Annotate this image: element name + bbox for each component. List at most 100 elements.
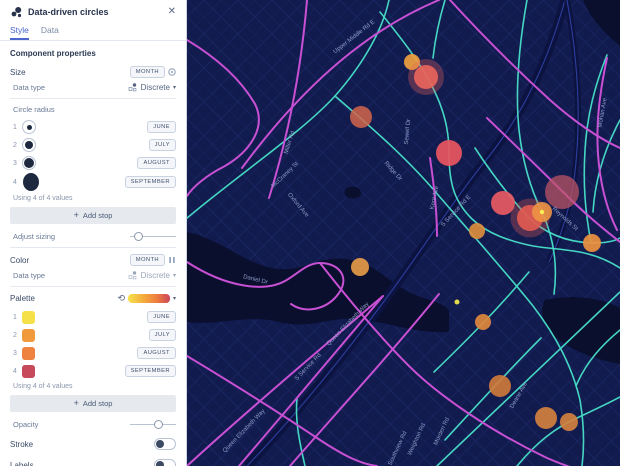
data-circle[interactable]: [545, 175, 579, 209]
stop-index: 4: [13, 367, 17, 375]
size-field-badge[interactable]: MONTH: [129, 66, 165, 78]
data-circle[interactable]: [475, 314, 491, 330]
data-circle[interactable]: [350, 106, 372, 128]
stroke-row: Stroke: [10, 438, 176, 450]
radius-dot: [25, 141, 33, 149]
color-stop-row: 1 JUNE: [10, 309, 176, 325]
stop-index: 3: [13, 159, 17, 167]
palette-label: Palette: [10, 294, 35, 303]
size-data-type-dropdown[interactable]: Discrete ▾: [128, 83, 176, 92]
panel-title: Data-driven circles: [28, 7, 109, 17]
radius-swatch[interactable]: [22, 138, 36, 152]
data-type-label: Data type: [13, 83, 46, 92]
radius-swatch[interactable]: [22, 120, 36, 134]
section-heading: Component properties: [10, 49, 96, 58]
tab-style[interactable]: Style: [10, 22, 29, 40]
circle-radius-label: Circle radius: [13, 105, 55, 114]
color-add-stop-button[interactable]: + Add stop: [10, 395, 176, 412]
data-circle[interactable]: [560, 413, 578, 431]
chevron-down-icon[interactable]: ▾: [173, 296, 176, 302]
data-circle-center-dot: [539, 209, 545, 215]
size-add-stop-button[interactable]: + Add stop: [10, 207, 176, 224]
color-usage-note: Using 4 of 4 values: [13, 383, 73, 390]
radius-swatch[interactable]: [22, 173, 40, 191]
field-columns-icon[interactable]: [168, 256, 176, 264]
color-stop-row: 4 SEPTEMBER: [10, 363, 176, 379]
color-swatch[interactable]: [22, 364, 35, 378]
stop-index: 1: [13, 313, 17, 321]
panel-tabs: Style Data: [0, 22, 186, 41]
month-badge: JULY: [148, 139, 176, 151]
component-circles-icon: [11, 7, 22, 18]
color-swatch[interactable]: [22, 328, 35, 342]
opacity-label: Opacity: [13, 419, 39, 429]
slider-handle[interactable]: [154, 419, 164, 429]
data-circle[interactable]: [583, 234, 601, 252]
add-stop-label: Add stop: [82, 211, 113, 220]
color-swatch[interactable]: [22, 346, 35, 360]
data-circle[interactable]: [414, 65, 438, 89]
data-circle[interactable]: [469, 223, 485, 239]
color-data-type-value: Discrete: [140, 271, 170, 280]
size-stop-row: 4 SEPTEMBER: [10, 173, 176, 191]
data-circle[interactable]: [491, 191, 515, 215]
size-stop-row: 1 JUNE: [10, 119, 176, 135]
month-badge: SEPTEMBER: [124, 365, 176, 377]
adjust-sizing-row: Adjust sizing: [10, 231, 176, 241]
month-badge: SEPTEMBER: [124, 176, 176, 188]
opacity-slider[interactable]: [130, 419, 176, 429]
color-field-badge[interactable]: MONTH: [129, 254, 165, 266]
size-row: Size MONTH: [10, 66, 176, 78]
month-badge: AUGUST: [137, 347, 176, 359]
size-stops-list: 1 JUNE 2 JULY 3 AUGUST 4 SEPTEMBER: [10, 119, 176, 191]
chevron-down-icon: ▾: [172, 84, 176, 91]
close-icon[interactable]: ✕: [168, 7, 176, 17]
radius-dot: [24, 158, 34, 168]
data-circle[interactable]: [351, 258, 369, 276]
labels-label: Labels: [10, 460, 34, 467]
field-info-icon[interactable]: [168, 68, 176, 76]
reverse-palette-icon[interactable]: ⟲: [117, 293, 125, 304]
stroke-toggle[interactable]: [154, 438, 176, 450]
size-label: Size: [10, 67, 26, 77]
labels-row: Labels: [10, 459, 176, 466]
stop-index: 4: [13, 178, 17, 186]
color-swatch[interactable]: [22, 310, 35, 324]
data-circle[interactable]: [489, 375, 511, 397]
data-circle[interactable]: [535, 407, 557, 429]
chevron-down-icon: ▾: [172, 272, 176, 279]
color-stop-row: 3 AUGUST: [10, 345, 176, 361]
month-badge: JULY: [148, 329, 176, 341]
size-data-type-value: Discrete: [140, 83, 170, 92]
toggle-knob: [156, 440, 164, 448]
stop-index: 2: [13, 141, 17, 149]
data-circle[interactable]: [454, 299, 460, 305]
data-type-label: Data type: [13, 271, 46, 280]
divider: [10, 98, 176, 99]
adjust-sizing-slider[interactable]: [130, 231, 176, 241]
labels-toggle[interactable]: [154, 459, 176, 466]
radius-swatch[interactable]: [22, 156, 36, 170]
divider: [10, 286, 176, 287]
slider-track: [130, 423, 176, 425]
radius-dot: [26, 124, 32, 130]
plus-icon: +: [73, 210, 79, 220]
panel-body: Component properties Size MONTH Data typ…: [0, 41, 186, 466]
stop-index: 2: [13, 331, 17, 339]
stop-index: 1: [13, 123, 17, 131]
data-circle[interactable]: [436, 140, 462, 166]
palette-gradient-preview[interactable]: [127, 294, 170, 303]
slider-handle[interactable]: [133, 231, 143, 241]
adjust-sizing-label: Adjust sizing: [13, 231, 56, 241]
plus-icon: +: [73, 398, 79, 408]
color-stops-list: 1 JUNE 2 JULY 3 AUGUST 4 SEPTEMBER: [10, 309, 176, 379]
style-panel: Data-driven circles ✕ Style Data Compone…: [0, 0, 187, 466]
month-badge: JUNE: [147, 121, 176, 133]
month-badge: AUGUST: [137, 157, 176, 169]
tab-data[interactable]: Data: [41, 22, 59, 40]
map-svg: Upper Middle Rd ESewell DrMiller RdMcCra…: [186, 0, 620, 471]
panel-header: Data-driven circles ✕: [0, 0, 186, 22]
map-canvas[interactable]: Upper Middle Rd E Sewell Dr Miller Rd McCra…: [186, 0, 620, 471]
color-data-type-dropdown[interactable]: Discrete ▾: [128, 271, 176, 280]
stop-index: 3: [13, 349, 17, 357]
